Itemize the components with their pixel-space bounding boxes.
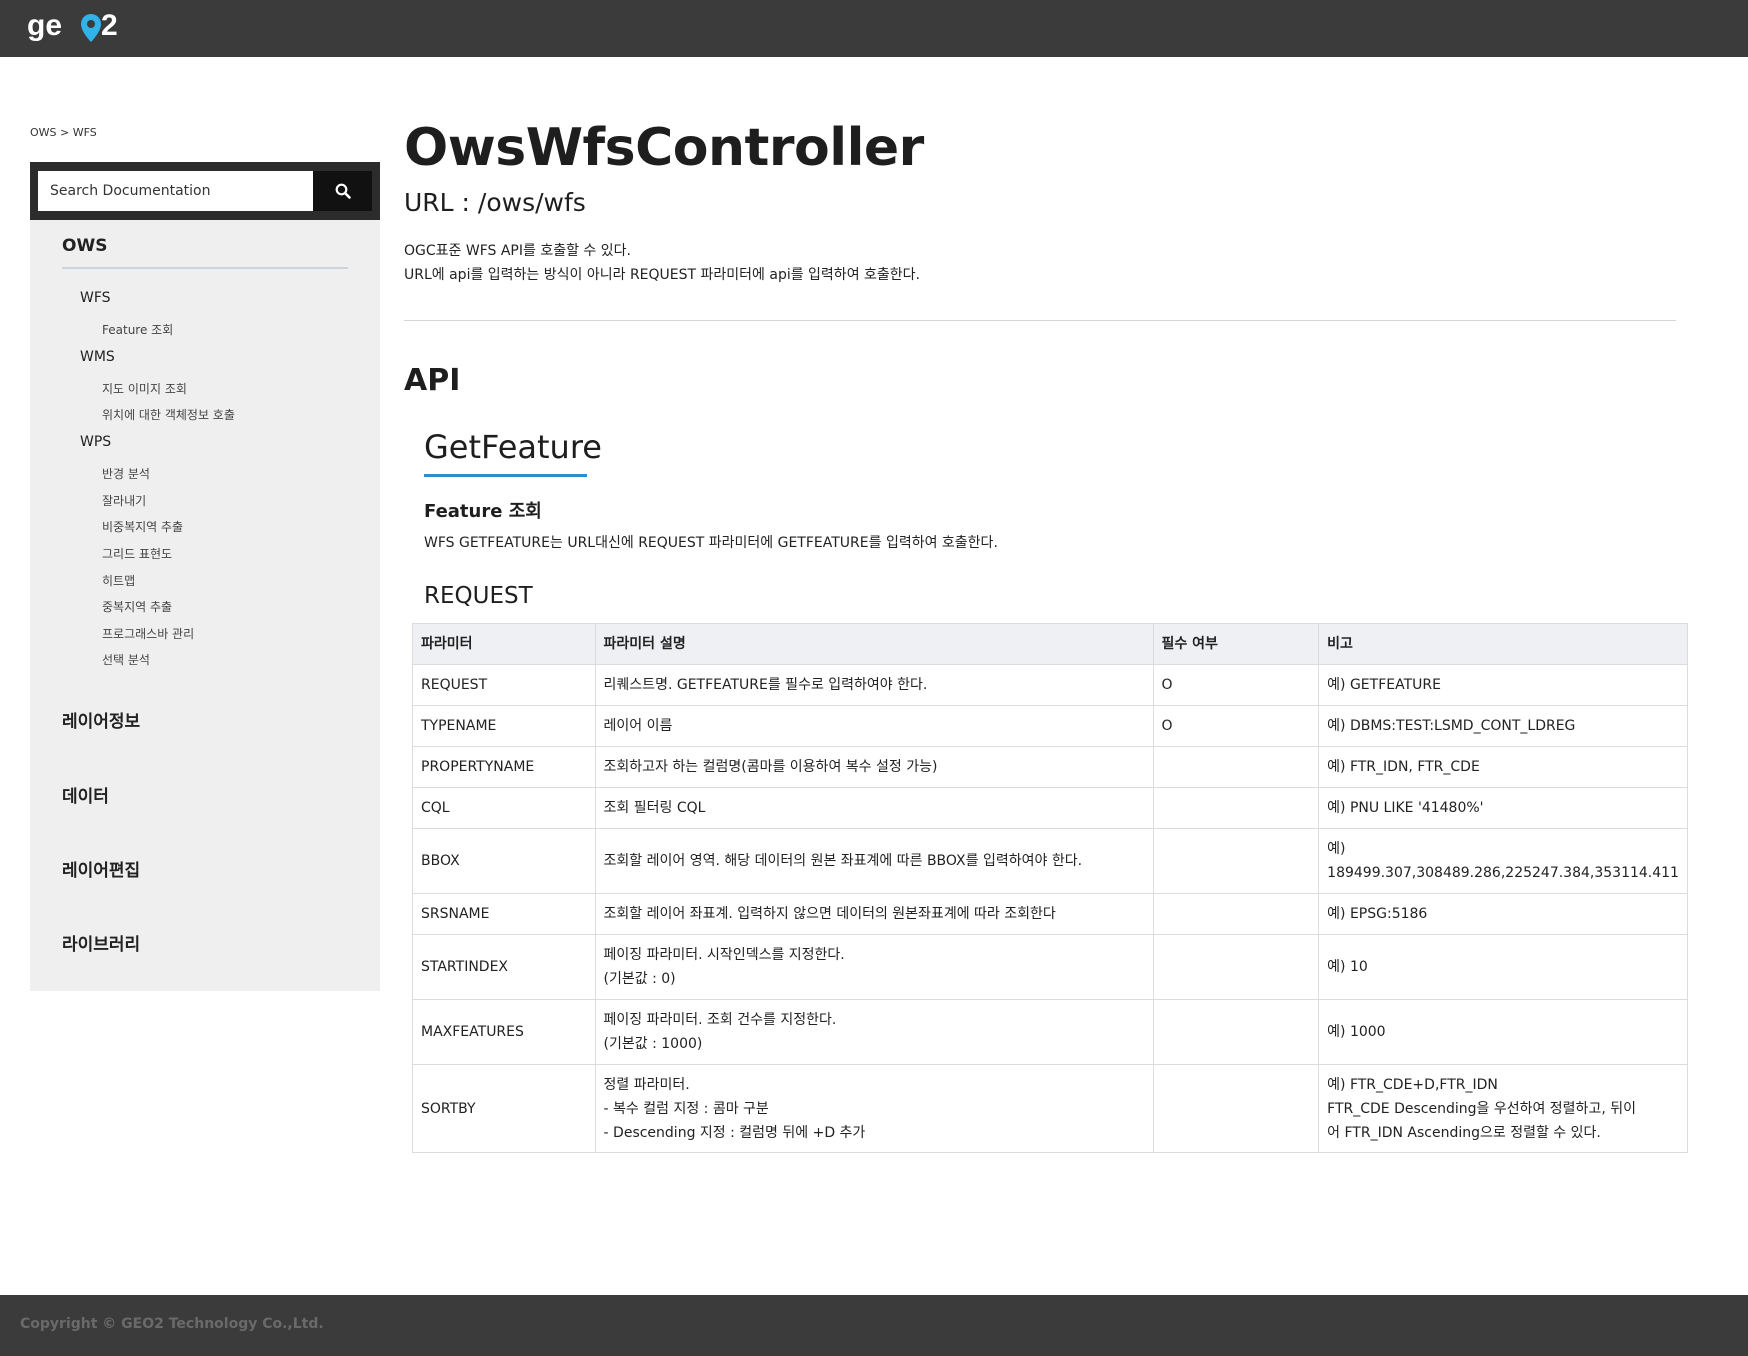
sidebar-item-heatmap[interactable]: 히트맵 <box>102 572 135 589</box>
sidebar-item-map-image[interactable]: 지도 이미지 조회 <box>102 380 187 397</box>
section-divider <box>404 320 1676 321</box>
table-row: STARTINDEX 페이징 파라미터. 시작인덱스를 지정한다. (기본값 :… <box>412 934 1688 1000</box>
param-required <box>1152 893 1320 935</box>
sidebar-section-divider <box>62 267 348 269</box>
copyright-text: Copyright © GEO2 Technology Co.,Ltd. <box>20 1316 324 1332</box>
table-row: SORTBY 정렬 파라미터. - 복수 컬럼 지정 : 콤마 구분 - Des… <box>412 1064 1688 1153</box>
param-name: SORTBY <box>412 1064 596 1153</box>
param-name: MAXFEATURES <box>412 999 596 1065</box>
svg-text:ge: ge <box>27 9 62 42</box>
sidebar-item-select[interactable]: 선택 분석 <box>102 651 150 668</box>
param-note: 예) PNU LIKE '41480%' <box>1318 787 1688 829</box>
description-line: OGC표준 WFS API를 호출할 수 있다. <box>404 243 631 259</box>
feature-title: Feature 조회 <box>424 501 542 522</box>
page-title: OwsWfsController <box>404 118 924 178</box>
param-required <box>1152 828 1320 894</box>
param-note: 예) DBMS:TEST:LSMD_CONT_LDREG <box>1318 705 1688 747</box>
sidebar-item-clip[interactable]: 잘라내기 <box>102 492 146 509</box>
table-row: REQUEST 리퀘스트명. GETFEATURE를 필수로 입력하여야 한다.… <box>412 664 1688 706</box>
param-name: PROPERTYNAME <box>412 746 596 788</box>
sidebar-item-buffer[interactable]: 반경 분석 <box>102 465 150 482</box>
param-note: 예) EPSG:5186 <box>1318 893 1688 935</box>
param-required <box>1152 934 1320 1000</box>
getfeature-underline <box>424 474 587 477</box>
sidebar-item-grid[interactable]: 그리드 표현도 <box>102 545 172 562</box>
param-name: STARTINDEX <box>412 934 596 1000</box>
param-required: O <box>1152 664 1320 706</box>
header-note: 비고 <box>1318 623 1688 665</box>
param-note: 예) FTR_IDN, FTR_CDE <box>1318 746 1688 788</box>
param-required <box>1152 1064 1320 1153</box>
param-note: 예) GETFEATURE <box>1318 664 1688 706</box>
param-required <box>1152 787 1320 829</box>
param-description: 페이징 파라미터. 조회 건수를 지정한다. (기본값 : 1000) <box>594 999 1154 1065</box>
sidebar: OWS WFS Feature 조회 WMS 지도 이미지 조회 위치에 대한 … <box>30 162 380 991</box>
sidebar-item-difference[interactable]: 비중복지역 추출 <box>102 518 183 535</box>
getfeature-heading: GetFeature <box>424 428 602 466</box>
sidebar-item-feature-query[interactable]: Feature 조회 <box>102 321 173 338</box>
search-button[interactable] <box>313 171 372 211</box>
param-note: 예) FTR_CDE+D,FTR_IDN FTR_CDE Descending을… <box>1318 1064 1688 1153</box>
search-input[interactable] <box>38 171 313 211</box>
feature-description: WFS GETFEATURE는 URL대신에 REQUEST 파라미터에 GET… <box>424 535 998 551</box>
sidebar-section-layer-info[interactable]: 레이어정보 <box>62 707 140 732</box>
sidebar-item-intersection[interactable]: 중복지역 추출 <box>102 598 172 615</box>
param-description: 조회 필터링 CQL <box>594 787 1154 829</box>
sidebar-item-feature-info[interactable]: 위치에 대한 객체정보 호출 <box>102 406 235 423</box>
param-description: 조회하고자 하는 컬럼명(콤마를 이용하여 복수 설정 가능) <box>594 746 1154 788</box>
header-param: 파라미터 <box>412 623 596 665</box>
table-row: MAXFEATURES 페이징 파라미터. 조회 건수를 지정한다. (기본값 … <box>412 999 1688 1065</box>
param-name: BBOX <box>412 828 596 894</box>
param-description: 조회할 레이어 영역. 해당 데이터의 원본 좌표계에 따른 BBOX를 입력하… <box>594 828 1154 894</box>
param-name: REQUEST <box>412 664 596 706</box>
sidebar-item-wfs[interactable]: WFS <box>80 290 111 306</box>
sidebar-section-ows[interactable]: OWS <box>62 236 107 256</box>
param-name: TYPENAME <box>412 705 596 747</box>
param-name: SRSNAME <box>412 893 596 935</box>
request-parameter-table: 파라미터 파라미터 설명 필수 여부 비고 REQUEST 리퀘스트명. GET… <box>412 623 1688 1153</box>
param-description: 레이어 이름 <box>594 705 1154 747</box>
page-url: URL : /ows/wfs <box>404 188 586 217</box>
top-header: ge 2 <box>0 0 1748 57</box>
header-required: 필수 여부 <box>1152 623 1320 665</box>
geo2-logo[interactable]: ge 2 <box>27 6 127 46</box>
page-footer: Copyright © GEO2 Technology Co.,Ltd. <box>0 1295 1748 1356</box>
search-box <box>30 162 380 220</box>
description-line: URL에 api를 입력하는 방식이 아니라 REQUEST 파라미터에 api… <box>404 267 920 283</box>
search-icon <box>335 183 351 199</box>
table-row: TYPENAME 레이어 이름 O 예) DBMS:TEST:LSMD_CONT… <box>412 705 1688 747</box>
param-description: 정렬 파라미터. - 복수 컬럼 지정 : 콤마 구분 - Descending… <box>594 1064 1154 1153</box>
svg-text:2: 2 <box>101 9 118 42</box>
table-header-row: 파라미터 파라미터 설명 필수 여부 비고 <box>412 623 1688 665</box>
sidebar-section-layer-edit[interactable]: 레이어편집 <box>62 856 140 881</box>
table-row: PROPERTYNAME 조회하고자 하는 컬럼명(콤마를 이용하여 복수 설정… <box>412 746 1688 788</box>
param-note: 예) 1000 <box>1318 999 1688 1065</box>
api-heading: API <box>404 363 461 398</box>
param-required <box>1152 746 1320 788</box>
table-row: CQL 조회 필터링 CQL 예) PNU LIKE '41480%' <box>412 787 1688 829</box>
sidebar-item-progress[interactable]: 프로그래스바 관리 <box>102 625 194 642</box>
param-required: O <box>1152 705 1320 747</box>
sidebar-section-data[interactable]: 데이터 <box>62 782 109 807</box>
param-name: CQL <box>412 787 596 829</box>
param-description: 페이징 파라미터. 시작인덱스를 지정한다. (기본값 : 0) <box>594 934 1154 1000</box>
param-description: 조회할 레이어 좌표계. 입력하지 않으면 데이터의 원본좌표계에 따라 조회한… <box>594 893 1154 935</box>
sidebar-item-wms[interactable]: WMS <box>80 349 115 365</box>
page-description: OGC표준 WFS API를 호출할 수 있다. URL에 api를 입력하는 … <box>404 239 920 287</box>
table-row: BBOX 조회할 레이어 영역. 해당 데이터의 원본 좌표계에 따른 BBOX… <box>412 828 1688 894</box>
table-row: SRSNAME 조회할 레이어 좌표계. 입력하지 않으면 데이터의 원본좌표계… <box>412 893 1688 935</box>
sidebar-item-wps[interactable]: WPS <box>80 434 111 450</box>
breadcrumb: OWS > WFS <box>30 126 97 139</box>
param-note: 예) 10 <box>1318 934 1688 1000</box>
request-heading: REQUEST <box>424 583 533 609</box>
header-description: 파라미터 설명 <box>594 623 1154 665</box>
param-description: 리퀘스트명. GETFEATURE를 필수로 입력하여야 한다. <box>594 664 1154 706</box>
sidebar-section-library[interactable]: 라이브러리 <box>62 930 140 955</box>
param-note: 예) 189499.307,308489.286,225247.384,3531… <box>1318 828 1688 894</box>
param-required <box>1152 999 1320 1065</box>
